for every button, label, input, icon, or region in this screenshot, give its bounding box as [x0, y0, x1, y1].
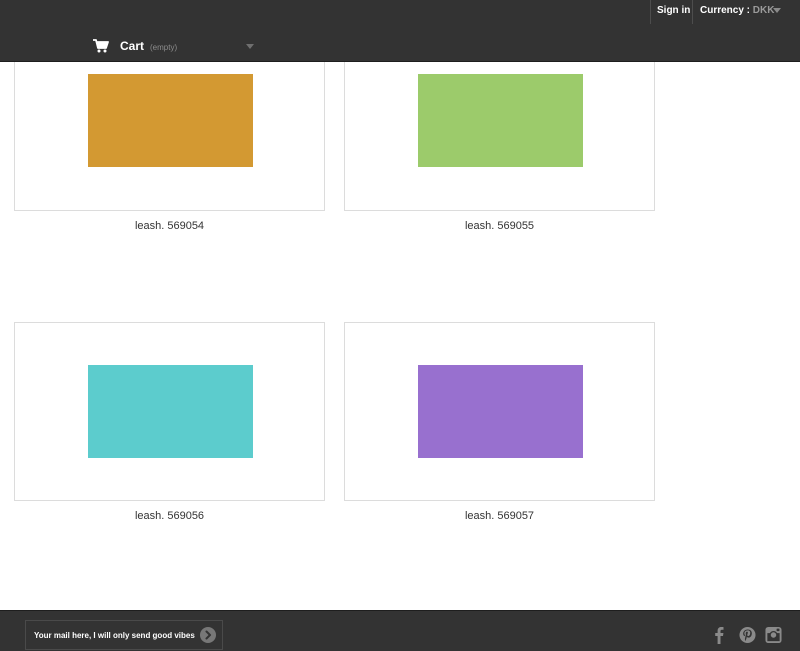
product-image-frame[interactable]: [14, 62, 325, 211]
product-name[interactable]: leash. 569055: [344, 220, 655, 232]
currency-label: Currency :: [700, 5, 751, 16]
top-header: Sign in Currency : DKK Cart (empty): [0, 0, 800, 62]
cart-button[interactable]: Cart (empty): [93, 37, 177, 55]
newsletter-submit-button[interactable]: [200, 627, 216, 643]
product-image[interactable]: [418, 365, 583, 458]
currency-selector[interactable]: Currency : DKK: [692, 0, 800, 24]
facebook-icon[interactable]: [714, 626, 724, 644]
currency-value: DKK: [752, 5, 775, 16]
footer-bar: Your mail here, I will only send good vi…: [0, 610, 800, 651]
arrow-right-icon: [205, 630, 211, 640]
product-image[interactable]: [88, 365, 253, 458]
chevron-down-icon[interactable]: [246, 44, 254, 49]
shopping-cart-icon: [93, 39, 109, 53]
sign-in-link[interactable]: Sign in: [650, 0, 692, 24]
product-name[interactable]: leash. 569056: [14, 510, 325, 522]
product-image-frame[interactable]: [344, 322, 655, 501]
product-image[interactable]: [418, 74, 583, 167]
newsletter-placeholder: Your mail here, I will only send good vi…: [34, 630, 195, 640]
product-name[interactable]: leash. 569054: [14, 220, 325, 232]
sign-in-label: Sign in: [657, 5, 691, 16]
cart-status: (empty): [150, 42, 178, 52]
product-image[interactable]: [88, 74, 253, 167]
chevron-down-icon: [773, 8, 781, 13]
pinterest-icon[interactable]: [739, 626, 756, 644]
instagram-icon[interactable]: [765, 626, 782, 644]
product-image-frame[interactable]: [344, 62, 655, 211]
product-image-frame[interactable]: [14, 322, 325, 501]
product-name[interactable]: leash. 569057: [344, 510, 655, 522]
newsletter-email-input[interactable]: Your mail here, I will only send good vi…: [25, 620, 223, 650]
cart-label: Cart: [120, 39, 145, 53]
